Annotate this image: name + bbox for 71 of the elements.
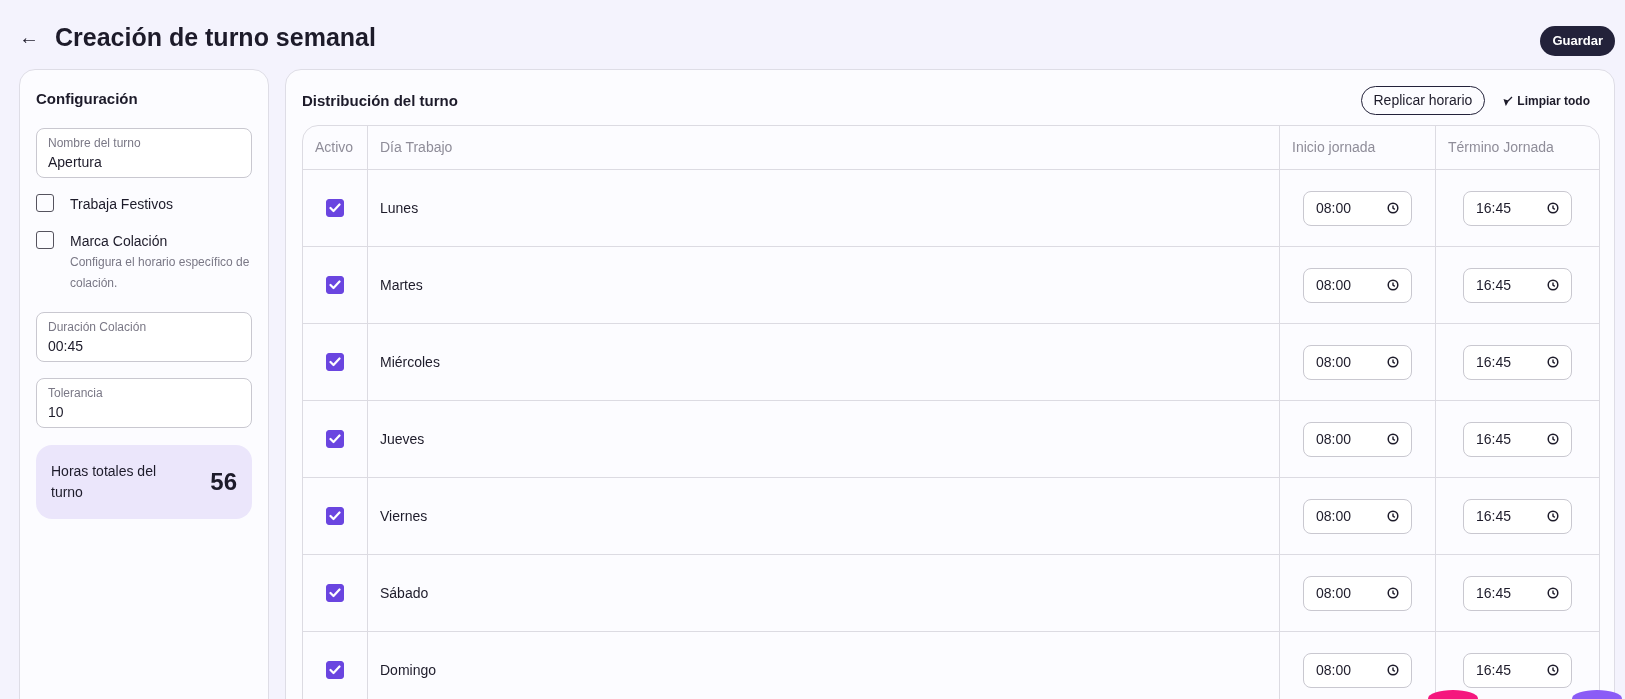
checkbox[interactable]	[326, 199, 344, 217]
clock-icon	[1387, 510, 1399, 522]
input-field[interactable]: Tolerancia 10	[36, 378, 252, 428]
option-label: Trabaja Festivos	[70, 195, 173, 214]
day-cell: Domingo	[368, 632, 1280, 699]
checkbox[interactable]	[36, 231, 54, 249]
clock-icon	[1387, 279, 1399, 291]
page-title: Creación de turno semanal	[55, 22, 376, 52]
field-label: Duración Colación	[48, 319, 148, 336]
checkbox[interactable]	[36, 194, 54, 212]
total-hours-value: 56	[210, 467, 237, 497]
checkbox[interactable]	[326, 507, 344, 525]
day-cell: Viernes	[368, 478, 1280, 555]
clear-all-button[interactable]: Limpiar todo	[1485, 91, 1600, 110]
save-button[interactable]: Guardar	[1540, 26, 1615, 56]
time-field[interactable]: 08:00	[1303, 421, 1412, 457]
time-field[interactable]: 16:45	[1463, 498, 1572, 534]
time-field[interactable]: 16:45	[1463, 575, 1572, 611]
day-cell: Jueves	[368, 401, 1280, 478]
clock-icon	[1547, 202, 1559, 214]
time-field[interactable]: 08:00	[1303, 344, 1412, 380]
option-label: Marca Colación	[70, 232, 169, 251]
floating-button[interactable]	[1572, 690, 1622, 699]
day-cell: Lunes	[368, 170, 1280, 247]
input-field[interactable]: Nombre del turno Apertura	[36, 128, 252, 178]
checkbox[interactable]	[326, 661, 344, 679]
column-header: Activo	[303, 126, 368, 170]
clock-icon	[1387, 664, 1399, 676]
day-cell: Martes	[368, 247, 1280, 324]
time-field[interactable]: 08:00	[1303, 652, 1412, 688]
time-field[interactable]: 16:45	[1463, 267, 1572, 303]
total-hours-label: Horas totales del turno	[51, 462, 158, 502]
clock-icon	[1547, 587, 1559, 599]
time-field[interactable]: 08:00	[1303, 190, 1412, 226]
broom-icon	[1503, 95, 1514, 106]
clock-icon	[1547, 433, 1559, 445]
help-text: Configura el horario específico de colación.	[70, 254, 251, 292]
section-title: Distribución del turno	[302, 91, 458, 110]
checkbox[interactable]	[326, 276, 344, 294]
input-field[interactable]: Duración Colación 00:45	[36, 312, 252, 362]
checkbox[interactable]	[326, 584, 344, 602]
clock-icon	[1387, 587, 1399, 599]
checkbox[interactable]	[326, 430, 344, 448]
checkbox[interactable]	[326, 353, 344, 371]
time-field[interactable]: 16:45	[1463, 421, 1572, 457]
clock-icon	[1547, 356, 1559, 368]
clock-icon	[1547, 664, 1559, 676]
clock-icon	[1387, 433, 1399, 445]
field-label: Tolerancia	[48, 385, 104, 402]
clock-icon	[1387, 202, 1399, 214]
day-cell: Miércoles	[368, 324, 1280, 401]
time-field[interactable]: 08:00	[1303, 575, 1412, 611]
column-header: Término Jornada	[1436, 126, 1599, 170]
clock-icon	[1387, 356, 1399, 368]
time-field[interactable]: 08:00	[1303, 267, 1412, 303]
column-header: Inicio jornada	[1280, 126, 1436, 170]
column-header: Día Trabajo	[368, 126, 1280, 170]
time-field[interactable]: 16:45	[1463, 190, 1572, 226]
field-label: Nombre del turno	[48, 135, 142, 152]
clock-icon	[1547, 510, 1559, 522]
field-value: 10	[48, 403, 65, 422]
field-value: 00:45	[48, 337, 85, 356]
field-value: Apertura	[48, 153, 103, 172]
floating-button[interactable]	[1428, 690, 1478, 699]
back-icon[interactable]: ←	[19, 27, 39, 47]
clock-icon	[1547, 279, 1559, 291]
time-field[interactable]: 16:45	[1463, 652, 1572, 688]
time-field[interactable]: 16:45	[1463, 344, 1572, 380]
time-field[interactable]: 08:00	[1303, 498, 1412, 534]
section-title: Configuración	[36, 90, 139, 108]
day-cell: Sábado	[368, 555, 1280, 632]
